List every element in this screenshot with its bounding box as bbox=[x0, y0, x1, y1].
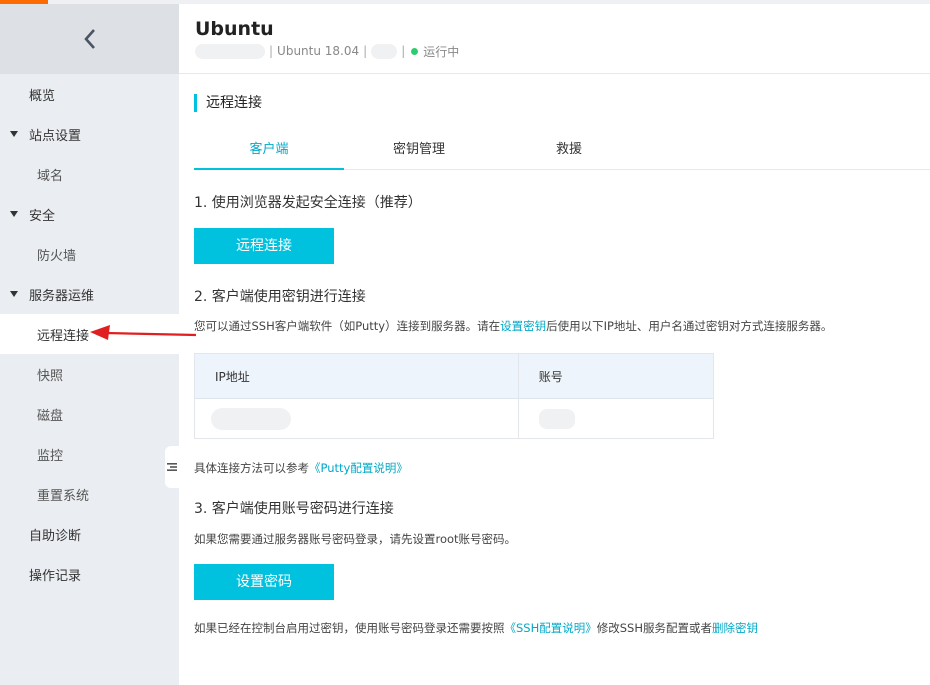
connection-table: IP地址 账号 bbox=[194, 353, 714, 439]
sidebar: 概览 站点设置 域名 安全 防火墙 服务器运维 远程连接 快照 磁盘 监控 重置… bbox=[0, 4, 179, 685]
remote-connect-button[interactable]: 远程连接 bbox=[194, 228, 334, 264]
sidebar-item-self-diagnosis[interactable]: 自助诊断 bbox=[0, 514, 179, 554]
sidebar-item-label: 防火墙 bbox=[37, 248, 77, 264]
sidebar-item-label: 安全 bbox=[29, 208, 56, 224]
set-key-link[interactable]: 设置密钥 bbox=[500, 319, 546, 333]
sidebar-item-disk[interactable]: 磁盘 bbox=[0, 394, 179, 434]
putty-reference: 具体连接方法可以参考《Putty配置说明》 bbox=[194, 460, 408, 476]
sidebar-item-label: 站点设置 bbox=[29, 128, 82, 144]
separator: | bbox=[401, 44, 406, 58]
separator: | bbox=[363, 44, 368, 58]
table-row bbox=[195, 399, 713, 438]
redacted-account bbox=[538, 408, 575, 429]
step2-description: 您可以通过SSH客户端软件（如Putty）连接到服务器。请在设置密钥后使用以下I… bbox=[194, 318, 832, 334]
tab-key-management[interactable]: 密钥管理 bbox=[344, 135, 494, 170]
sidebar-item-domain[interactable]: 域名 bbox=[0, 154, 179, 194]
sidebar-item-label: 服务器运维 bbox=[29, 288, 95, 304]
redacted-instance-id bbox=[195, 43, 265, 59]
step3-note: 如果已经在控制台启用过密钥，使用账号密码登录还需要按照《SSH配置说明》修改SS… bbox=[194, 620, 758, 636]
status-dot-icon bbox=[411, 47, 419, 55]
sidebar-group-server-ops[interactable]: 服务器运维 bbox=[0, 274, 179, 314]
sidebar-item-label: 操作记录 bbox=[29, 568, 82, 584]
sidebar-item-reset-system[interactable]: 重置系统 bbox=[0, 474, 179, 514]
account-cell bbox=[519, 399, 713, 438]
sidebar-item-label: 远程连接 bbox=[37, 328, 90, 344]
redacted-ip bbox=[211, 407, 291, 430]
ip-cell bbox=[195, 399, 519, 438]
caret-down-icon bbox=[10, 291, 18, 297]
sidebar-collapse-handle[interactable] bbox=[165, 446, 179, 488]
step1-title: 1. 使用浏览器发起安全连接（推荐） bbox=[194, 195, 422, 211]
sidebar-item-label: 重置系统 bbox=[37, 488, 90, 504]
set-password-button[interactable]: 设置密码 bbox=[194, 564, 334, 600]
instance-meta: | Ubuntu 18.04 | | 运行中 bbox=[195, 43, 459, 59]
note-text: 修改SSH服务配置或者 bbox=[596, 621, 712, 635]
instance-title: Ubuntu bbox=[195, 18, 274, 40]
sidebar-item-label: 监控 bbox=[37, 448, 64, 464]
sidebar-item-label: 快照 bbox=[37, 368, 64, 384]
back-button[interactable] bbox=[0, 4, 179, 74]
ref-text: 具体连接方法可以参考 bbox=[194, 461, 309, 475]
os-version: Ubuntu 18.04 bbox=[277, 44, 360, 58]
sidebar-item-label: 域名 bbox=[37, 168, 64, 184]
column-header-ip: IP地址 bbox=[195, 354, 519, 398]
sidebar-item-label: 磁盘 bbox=[37, 408, 64, 424]
collapse-menu-icon bbox=[167, 463, 177, 471]
caret-down-icon bbox=[10, 131, 18, 137]
sidebar-group-security[interactable]: 安全 bbox=[0, 194, 179, 234]
main-content: Ubuntu | Ubuntu 18.04 | | 运行中 远程连接 客户端 密… bbox=[179, 4, 930, 685]
section-title: 远程连接 bbox=[194, 94, 262, 112]
ssh-config-link[interactable]: 《SSH配置说明》 bbox=[505, 621, 597, 635]
putty-config-link[interactable]: 《Putty配置说明》 bbox=[309, 461, 408, 475]
sidebar-item-snapshot[interactable]: 快照 bbox=[0, 354, 179, 394]
step3-description: 如果您需要通过服务器账号密码登录，请先设置root账号密码。 bbox=[194, 532, 517, 546]
caret-down-icon bbox=[10, 211, 18, 217]
step2-title: 2. 客户端使用密钥进行连接 bbox=[194, 289, 366, 305]
desc-text: 后使用以下IP地址、用户名通过密钥对方式连接服务器。 bbox=[546, 319, 833, 333]
status-text: 运行中 bbox=[423, 44, 460, 59]
sidebar-item-firewall[interactable]: 防火墙 bbox=[0, 234, 179, 274]
tab-client[interactable]: 客户端 bbox=[194, 135, 344, 170]
chevron-left-icon bbox=[83, 29, 95, 49]
delete-key-link[interactable]: 删除密钥 bbox=[712, 621, 758, 635]
table-header: IP地址 账号 bbox=[195, 354, 713, 399]
desc-text: 您可以通过SSH客户端软件（如Putty）连接到服务器。请在 bbox=[194, 319, 501, 333]
tab-bar: 客户端 密钥管理 救援 bbox=[194, 135, 930, 170]
note-text: 如果已经在控制台启用过密钥，使用账号密码登录还需要按照 bbox=[194, 621, 505, 635]
sidebar-item-label: 自助诊断 bbox=[29, 528, 82, 544]
sidebar-item-overview[interactable]: 概览 bbox=[0, 74, 179, 114]
separator: | bbox=[269, 44, 274, 58]
tab-rescue[interactable]: 救援 bbox=[494, 135, 644, 170]
column-header-account: 账号 bbox=[538, 369, 563, 384]
step3-title: 3. 客户端使用账号密码进行连接 bbox=[194, 501, 394, 517]
redacted-region bbox=[371, 43, 398, 59]
sidebar-group-site-settings[interactable]: 站点设置 bbox=[0, 114, 179, 154]
sidebar-item-monitor[interactable]: 监控 bbox=[0, 434, 179, 474]
sidebar-item-label: 概览 bbox=[29, 88, 56, 104]
sidebar-item-operation-log[interactable]: 操作记录 bbox=[0, 554, 179, 594]
instance-header: Ubuntu | Ubuntu 18.04 | | 运行中 bbox=[179, 4, 930, 74]
